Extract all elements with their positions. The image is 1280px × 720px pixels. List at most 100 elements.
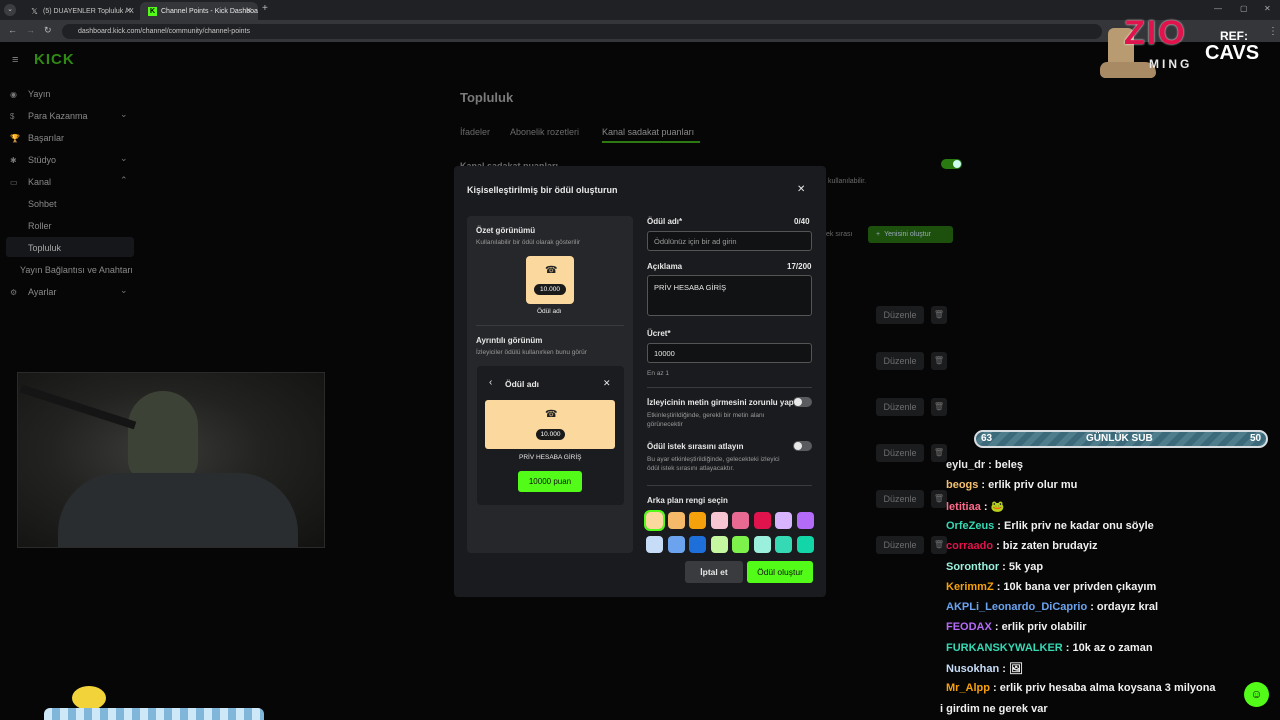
color-swatch[interactable] [667, 512, 685, 529]
price-input[interactable]: 10000 [647, 343, 812, 363]
color-swatch[interactable] [732, 536, 749, 553]
plus-icon: + [876, 231, 881, 238]
trash-icon[interactable]: 🗑 [931, 490, 947, 508]
sidebar-item-topluluk[interactable]: Topluluk [28, 243, 61, 253]
trash-icon[interactable]: 🗑 [931, 306, 947, 324]
chat-username[interactable]: beogs [946, 479, 978, 491]
edit-button[interactable]: Düzenle [876, 306, 924, 324]
x-logo-icon: 𝕏 [31, 6, 38, 16]
chat-username[interactable]: FURKANSKYWALKER [946, 642, 1063, 654]
edit-button[interactable]: Düzenle [876, 490, 924, 508]
chat-message: letitiaa: 🐸 [946, 500, 1004, 513]
color-swatch[interactable] [667, 536, 685, 553]
minimize-window-icon[interactable]: — [1214, 4, 1222, 13]
edit-button[interactable]: Düzenle [876, 398, 924, 416]
chevron-down-icon[interactable]: ⌄ [120, 109, 128, 120]
color-swatch[interactable] [710, 512, 728, 529]
skip-queue-toggle[interactable] [793, 441, 812, 451]
color-swatch[interactable] [753, 536, 771, 553]
cancel-button[interactable]: İptal et [685, 561, 743, 583]
color-swatch[interactable] [753, 512, 771, 529]
reload-icon[interactable]: ↻ [44, 25, 52, 36]
close-window-icon[interactable]: ✕ [1264, 4, 1271, 13]
description-textarea[interactable]: PRİV HESABA GİRİŞ [647, 275, 812, 316]
request-queue-link[interactable]: ek sırası [826, 231, 852, 238]
color-swatch[interactable] [775, 536, 792, 553]
hamburger-menu-icon[interactable]: ≡ [12, 54, 18, 66]
reward-name-input[interactable]: Ödülünüz için bir ad girin [647, 231, 812, 251]
chevron-up-icon[interactable]: ⌃ [120, 175, 128, 186]
streamer-silhouette [128, 391, 198, 481]
tab-list-menu-icon[interactable]: ⌄ [4, 4, 16, 16]
sidebar-item-yayin[interactable]: ◉ Yayın [10, 89, 50, 99]
chat-message: Soronthor: 5k yap [946, 561, 1043, 573]
chat-text: i girdim ne gerek var [940, 702, 1048, 715]
color-swatch[interactable] [732, 512, 749, 529]
forward-icon[interactable]: → [26, 25, 35, 35]
chat-username[interactable]: eylu_dr [946, 459, 985, 471]
sidebar-item-ayarlar[interactable]: ⚙ Ayarlar [10, 287, 56, 297]
sidebar-item-para-kazanma[interactable]: $ Para Kazanma [10, 111, 88, 121]
edit-button[interactable]: Düzenle [876, 444, 924, 462]
sidebar-item-studyo[interactable]: ✱ Stüdyo [10, 155, 56, 165]
back-icon[interactable]: ← [8, 25, 17, 35]
chevron-down-icon[interactable]: ⌄ [120, 285, 128, 296]
new-tab-icon[interactable]: + [262, 3, 268, 14]
detail-close-icon[interactable]: ✕ [603, 378, 611, 389]
back-arrow-icon[interactable]: ‹ [489, 377, 492, 388]
tab-abonelik-rozetleri[interactable]: Abonelik rozetleri [510, 127, 579, 137]
kick-logo[interactable]: KICK [34, 51, 75, 68]
color-swatch[interactable] [644, 510, 665, 531]
chat-username[interactable]: Soronthor [946, 561, 999, 573]
browser-tab-x[interactable]: 𝕏 (5) DUAYENLER Topluluk / X ✕ [22, 2, 138, 20]
url-input[interactable]: dashboard.kick.com/channel/community/cha… [62, 24, 1102, 39]
color-swatch[interactable] [689, 512, 706, 529]
sidebar-item-basarilar[interactable]: 🏆 Başarılar [10, 133, 64, 143]
trash-icon[interactable]: 🗑 [931, 398, 947, 416]
sidebar-item-yayin-baglantisi[interactable]: Yayın Bağlantısı ve Anahtarı [20, 265, 133, 275]
chat-settings-icon[interactable]: ☺ [1244, 682, 1269, 707]
tab-kanal-sadakat-puanlari[interactable]: Kanal sadakat puanları [602, 127, 694, 137]
chat-username[interactable]: corraado [946, 540, 993, 552]
sidebar-item-sohbet[interactable]: Sohbet [28, 199, 57, 209]
close-tab-icon[interactable]: ✕ [125, 6, 132, 15]
create-reward-button[interactable]: Ödül oluştur [747, 561, 813, 583]
description-label: Açıklama [647, 262, 683, 271]
color-swatch[interactable] [689, 536, 706, 553]
tab-ifadeler[interactable]: İfadeler [460, 127, 490, 137]
color-swatch[interactable] [710, 536, 728, 553]
chat-username[interactable]: OrfeZeus [946, 520, 994, 532]
redeem-points-button[interactable]: 10000 puan [518, 471, 582, 492]
chat-username[interactable]: Nusokhan [946, 663, 999, 675]
chat-text: : 🖼 [1002, 663, 1023, 675]
chat-text: : 5k yap [1002, 560, 1044, 573]
color-swatch[interactable] [646, 536, 663, 553]
chat-username[interactable]: Mr_Alpp [946, 682, 990, 694]
chat-username[interactable]: KerimmZ [946, 581, 994, 593]
edit-button[interactable]: Düzenle [876, 536, 924, 554]
color-swatch[interactable] [775, 512, 792, 529]
chat-username[interactable]: letitiaa [946, 501, 981, 513]
maximize-window-icon[interactable]: ▢ [1240, 4, 1248, 13]
sidebar-item-roller[interactable]: Roller [28, 221, 52, 231]
browser-tab-kick[interactable]: K Channel Points - Kick Dashboa ✕ [140, 2, 258, 20]
chat-username[interactable]: AKPLi_Leonardo_DiCaprio [946, 601, 1087, 613]
require-text-toggle[interactable] [793, 397, 812, 407]
summary-view-subtitle: Kullanılabilir bir ödül olarak gösterili… [476, 239, 581, 246]
chat-username[interactable]: FEODAX [946, 621, 992, 633]
edit-button[interactable]: Düzenle [876, 352, 924, 370]
color-swatch[interactable] [796, 536, 814, 553]
sidebar-item-kanal[interactable]: ▭ Kanal [10, 177, 51, 187]
trash-icon[interactable]: 🗑 [931, 352, 947, 370]
close-modal-icon[interactable]: ✕ [797, 184, 805, 195]
color-swatch[interactable] [796, 512, 814, 529]
form-divider [647, 387, 812, 388]
close-tab-icon[interactable]: ✕ [245, 6, 252, 15]
chevron-down-icon[interactable]: ⌄ [120, 153, 128, 164]
trash-icon[interactable]: 🗑 [931, 444, 947, 462]
trash-icon[interactable]: 🗑 [931, 536, 947, 554]
detail-reward-header: Ödül adı [505, 379, 539, 389]
browser-menu-icon[interactable]: ⋮ [1268, 26, 1278, 37]
create-new-button[interactable]: + Yenisini oluştur [868, 226, 953, 243]
channel-points-toggle[interactable] [941, 159, 962, 169]
